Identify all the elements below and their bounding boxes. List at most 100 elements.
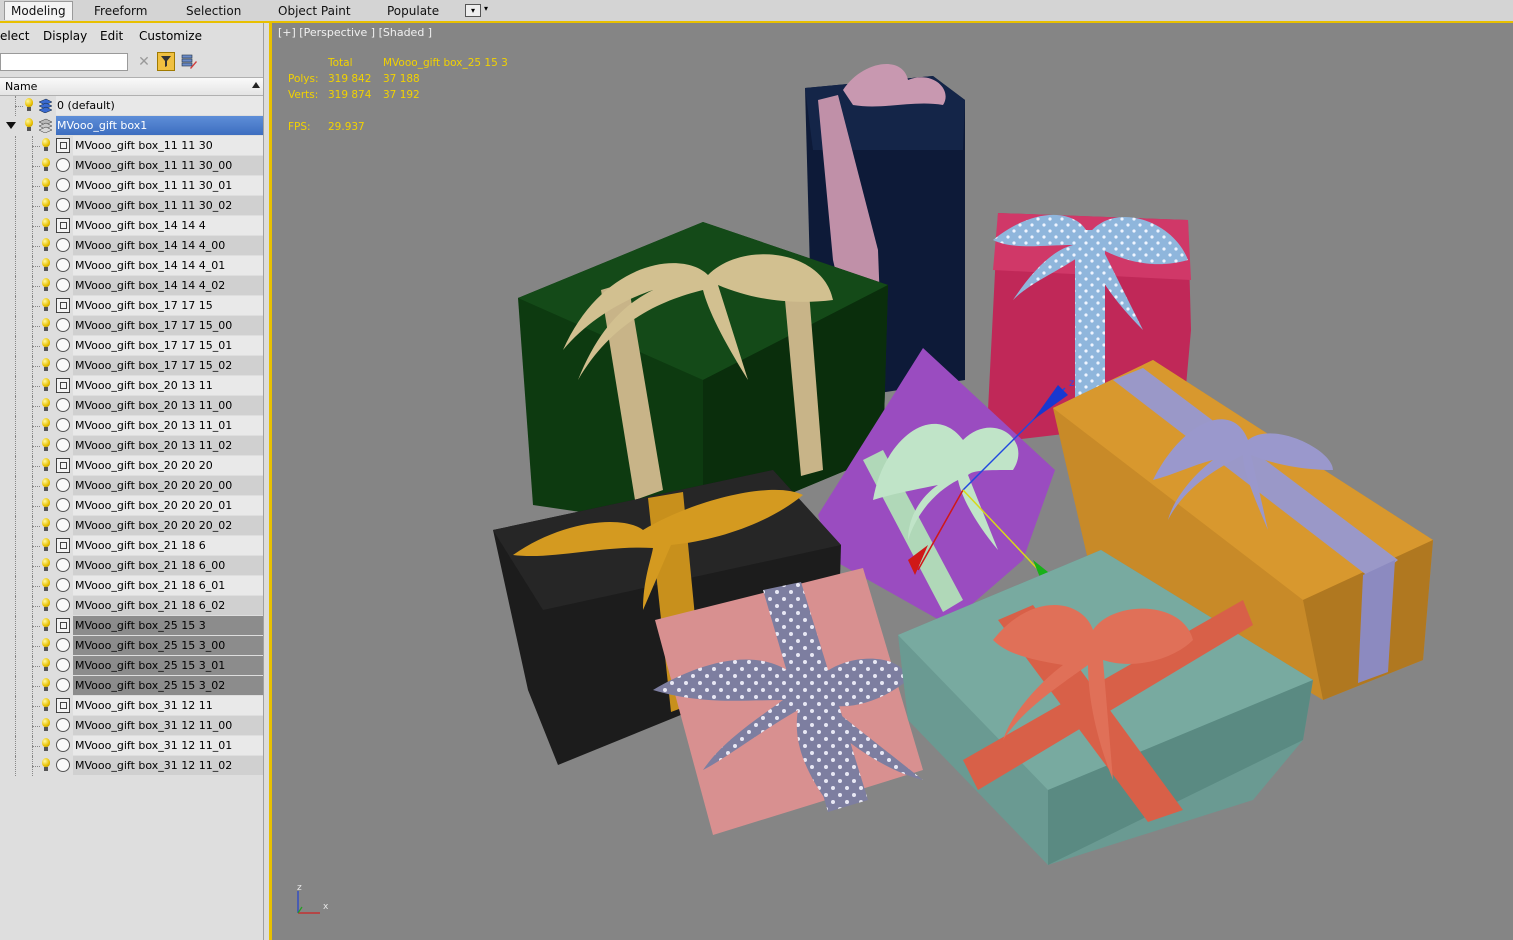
object-row[interactable]: MVooo_gift box_20 20 20_02 xyxy=(0,516,263,536)
object-row[interactable]: MVooo_gift box_14 14 4 xyxy=(0,216,263,236)
object-row[interactable]: MVooo_gift box_11 11 30_02 xyxy=(0,196,263,216)
object-row[interactable]: MVooo_gift box_20 13 11_01 xyxy=(0,416,263,436)
object-row[interactable]: MVooo_gift box_11 11 30_01 xyxy=(0,176,263,196)
visibility-bulb-icon[interactable] xyxy=(41,258,51,272)
visibility-bulb-icon[interactable] xyxy=(41,418,51,432)
visibility-bulb-icon[interactable] xyxy=(41,678,51,692)
visibility-bulb-icon[interactable] xyxy=(41,238,51,252)
object-row[interactable]: MVooo_gift box_25 15 3_00 xyxy=(0,636,263,656)
object-label: MVooo_gift box_20 13 11_00 xyxy=(73,396,263,415)
scene-render[interactable]: z y xyxy=(272,23,1513,940)
menu-select[interactable]: elect xyxy=(0,29,29,43)
visibility-bulb-icon[interactable] xyxy=(41,278,51,292)
visibility-bulb-icon[interactable] xyxy=(41,538,51,552)
visibility-bulb-icon[interactable] xyxy=(41,658,51,672)
object-row[interactable]: MVooo_gift box_21 18 6_00 xyxy=(0,556,263,576)
tab-modeling[interactable]: Modeling xyxy=(4,1,73,20)
visibility-bulb-icon[interactable] xyxy=(41,718,51,732)
object-row[interactable]: MVooo_gift box_21 18 6_01 xyxy=(0,576,263,596)
tab-populate[interactable]: Populate xyxy=(387,2,439,20)
object-row[interactable]: MVooo_gift box_17 17 15_01 xyxy=(0,336,263,356)
visibility-bulb-icon[interactable] xyxy=(41,218,51,232)
object-row[interactable]: MVooo_gift box_25 15 3_01 xyxy=(0,656,263,676)
geometry-sphere-icon xyxy=(56,718,70,732)
visibility-bulb-icon[interactable] xyxy=(41,378,51,392)
visibility-bulb-icon[interactable] xyxy=(41,598,51,612)
visibility-bulb-icon[interactable] xyxy=(41,178,51,192)
visibility-bulb-icon[interactable] xyxy=(41,138,51,152)
object-row[interactable]: MVooo_gift box_21 18 6_02 xyxy=(0,596,263,616)
tab-selection[interactable]: Selection xyxy=(186,2,241,20)
tab-object-paint[interactable]: Object Paint xyxy=(278,2,351,20)
perspective-viewport[interactable]: z y [+] [Perspective ] [Shaded ] Total M… xyxy=(269,23,1513,940)
ribbon-dropdown-arrow-icon[interactable]: ▾ xyxy=(484,4,488,13)
menu-display[interactable]: Display xyxy=(43,29,87,43)
menu-customize[interactable]: Customize xyxy=(139,29,202,43)
visibility-bulb-icon[interactable] xyxy=(41,338,51,352)
object-row[interactable]: MVooo_gift box_14 14 4_02 xyxy=(0,276,263,296)
object-row[interactable]: MVooo_gift box_17 17 15 xyxy=(0,296,263,316)
search-input[interactable] xyxy=(0,53,128,71)
object-row[interactable]: MVooo_gift box_25 15 3_02 xyxy=(0,676,263,696)
object-row[interactable]: MVooo_gift box_11 11 30 xyxy=(0,136,263,156)
visibility-bulb-icon[interactable] xyxy=(41,618,51,632)
visibility-bulb-icon[interactable] xyxy=(24,118,34,132)
object-row[interactable]: MVooo_gift box_17 17 15_02 xyxy=(0,356,263,376)
visibility-bulb-icon[interactable] xyxy=(41,498,51,512)
visibility-bulb-icon[interactable] xyxy=(41,198,51,212)
object-row[interactable]: MVooo_gift box_20 20 20_01 xyxy=(0,496,263,516)
object-row[interactable]: MVooo_gift box_14 14 4_00 xyxy=(0,236,263,256)
ribbon-options-icon[interactable]: ▾ xyxy=(465,4,481,17)
object-row[interactable]: MVooo_gift box_31 12 11_01 xyxy=(0,736,263,756)
sort-ascending-icon[interactable] xyxy=(252,82,260,88)
visibility-bulb-icon[interactable] xyxy=(41,638,51,652)
visibility-bulb-icon[interactable] xyxy=(41,738,51,752)
visibility-bulb-icon[interactable] xyxy=(41,358,51,372)
object-row[interactable]: MVooo_gift box_11 11 30_00 xyxy=(0,156,263,176)
object-row[interactable]: MVooo_gift box_20 20 20 xyxy=(0,456,263,476)
visibility-bulb-icon[interactable] xyxy=(41,698,51,712)
clear-search-icon[interactable]: ✕ xyxy=(137,54,151,70)
object-row[interactable]: MVooo_gift box_31 12 11 xyxy=(0,696,263,716)
geometry-sphere-icon xyxy=(56,658,70,672)
object-row[interactable]: MVooo_gift box_31 12 11_02 xyxy=(0,756,263,776)
visibility-bulb-icon[interactable] xyxy=(41,478,51,492)
visibility-bulb-icon[interactable] xyxy=(41,438,51,452)
visibility-bulb-icon[interactable] xyxy=(24,98,34,112)
visibility-bulb-icon[interactable] xyxy=(41,298,51,312)
visibility-bulb-icon[interactable] xyxy=(41,578,51,592)
visibility-bulb-icon[interactable] xyxy=(41,398,51,412)
object-row[interactable]: MVooo_gift box_21 18 6 xyxy=(0,536,263,556)
object-row[interactable]: MVooo_gift box_25 15 3 xyxy=(0,616,263,636)
collapse-arrow-icon[interactable] xyxy=(6,122,16,129)
layer-row-gift-box[interactable]: MVooo_gift box1 xyxy=(0,116,263,136)
column-header[interactable]: Name xyxy=(0,77,263,96)
object-row[interactable]: MVooo_gift box_17 17 15_00 xyxy=(0,316,263,336)
visibility-bulb-icon[interactable] xyxy=(41,558,51,572)
viewport-label[interactable]: [+] [Perspective ] [Shaded ] xyxy=(278,26,432,39)
object-row[interactable]: MVooo_gift box_20 13 11_00 xyxy=(0,396,263,416)
tree-line xyxy=(32,706,40,707)
tree-line xyxy=(15,656,16,676)
object-label: MVooo_gift box_17 17 15_01 xyxy=(73,336,263,355)
object-row[interactable]: MVooo_gift box_20 13 11_02 xyxy=(0,436,263,456)
object-row[interactable]: MVooo_gift box_20 13 11 xyxy=(0,376,263,396)
visibility-bulb-icon[interactable] xyxy=(41,758,51,772)
filter-toggle-icon[interactable] xyxy=(157,52,175,71)
layer-label: 0 (default) xyxy=(56,96,263,115)
layer-row-default[interactable]: 0 (default) xyxy=(0,96,263,116)
object-row[interactable]: MVooo_gift box_31 12 11_00 xyxy=(0,716,263,736)
visibility-bulb-icon[interactable] xyxy=(41,158,51,172)
visibility-bulb-icon[interactable] xyxy=(41,318,51,332)
tree-line xyxy=(15,756,16,776)
layer-explorer-icon[interactable] xyxy=(180,52,198,71)
object-row[interactable]: MVooo_gift box_20 20 20_00 xyxy=(0,476,263,496)
group-icon xyxy=(56,698,70,713)
visibility-bulb-icon[interactable] xyxy=(41,458,51,472)
tab-freeform[interactable]: Freeform xyxy=(94,2,147,20)
visibility-bulb-icon[interactable] xyxy=(41,518,51,532)
object-row[interactable]: MVooo_gift box_14 14 4_01 xyxy=(0,256,263,276)
tree-line xyxy=(32,426,40,427)
stats-polys-total: 319 842 xyxy=(328,73,372,85)
menu-edit[interactable]: Edit xyxy=(100,29,123,43)
